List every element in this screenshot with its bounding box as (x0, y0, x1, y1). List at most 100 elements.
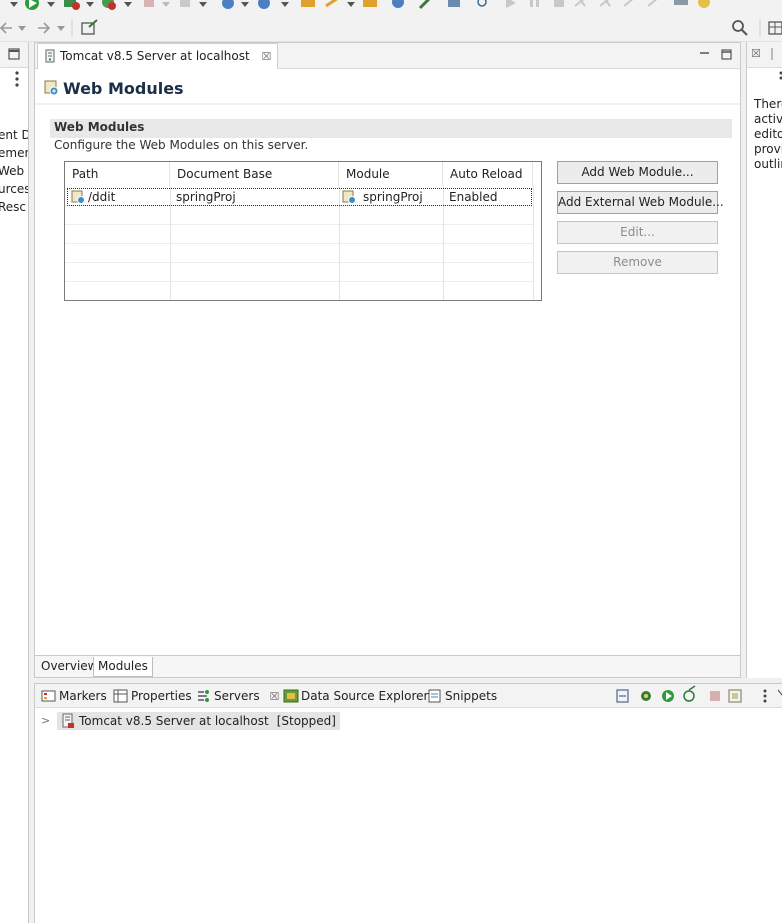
close-icon[interactable]: ☒ (262, 44, 272, 69)
nav-icons (0, 19, 782, 36)
outline-tabbar: ☒ (747, 42, 782, 68)
editor-tab-label: Tomcat v8.5 Server at localhost (60, 49, 250, 63)
dropdown-arrow-icon (199, 2, 207, 7)
chevron-right-icon[interactable]: > (41, 714, 50, 727)
cell-auto-reload: Enabled (449, 190, 498, 204)
dropdown-arrow-icon (47, 2, 55, 7)
outline-message: There (754, 97, 782, 111)
search-small-icon (477, 0, 487, 7)
servers-toolbar (616, 685, 782, 703)
table-row-empty (65, 225, 533, 244)
column-header-module[interactable]: Module (339, 162, 443, 186)
tab-snippets[interactable]: Snippets (425, 684, 497, 708)
outline-message: active (754, 112, 782, 126)
forward-icon (38, 22, 51, 34)
project-tree-item[interactable]: Resc (0, 200, 26, 214)
server-editor: Tomcat v8.5 Server at localhost ☒ Web Mo… (34, 42, 741, 678)
new-java-icon (258, 0, 270, 9)
project-explorer-view: ent D emen Web S urces Resc (0, 42, 29, 923)
server-status: [Stopped] (276, 714, 336, 728)
outline-message: provi (754, 142, 782, 156)
minimize-icon[interactable] (777, 689, 782, 696)
view-menu-icon[interactable] (747, 69, 782, 89)
editor-tab-tomcat[interactable]: Tomcat v8.5 Server at localhost ☒ (37, 43, 279, 69)
cell-path: /ddit (88, 190, 116, 204)
cell-module: springProj (363, 190, 423, 204)
page-title: Web Modules (63, 79, 184, 98)
project-tree-item[interactable]: urces (0, 182, 28, 196)
server-icon (45, 49, 55, 63)
back-history-dropdown-icon (18, 26, 26, 31)
table-row-empty (65, 206, 533, 225)
forward-history-dropdown-icon (57, 26, 65, 31)
tab-label: Snippets (445, 689, 498, 703)
step-over-icon (623, 0, 634, 7)
dropdown-arrow-icon (347, 2, 355, 7)
section-header[interactable] (50, 119, 732, 138)
debug-tools-icon (698, 0, 710, 8)
tab-label: Markers (59, 689, 107, 703)
maximize-icon[interactable] (0, 42, 29, 68)
tab-properties[interactable]: Properties (111, 684, 192, 708)
column-header-path[interactable]: Path (65, 162, 170, 186)
module-icon (71, 190, 85, 204)
properties-icon (113, 689, 128, 703)
module-icon (342, 190, 356, 204)
edit-button[interactable]: Edit... (557, 221, 718, 244)
snippets-icon (428, 689, 441, 703)
tab-label: Data Source Explorer (301, 689, 429, 703)
tab-data-source-explorer[interactable]: Data Source Explorer (281, 684, 428, 708)
main-toolbar (0, 0, 782, 14)
open-type-icon (301, 0, 315, 7)
tab-markers[interactable]: Markers (39, 684, 107, 708)
web-browser-icon (392, 0, 404, 8)
servers-panel: Markers Properties Servers ☒ Data Source… (34, 683, 782, 923)
stop-icon[interactable] (710, 691, 720, 701)
back-icon (0, 22, 12, 34)
tab-servers[interactable]: Servers ☒ (194, 684, 279, 708)
header-divider (35, 103, 740, 105)
datasource-icon (283, 689, 299, 703)
stop-badge-icon (72, 2, 80, 10)
toolbar-icons (10, 0, 710, 10)
column-header-auto-reload[interactable]: Auto Reload (443, 162, 533, 186)
web-modules-table[interactable]: Path Document Base Module Auto Reload /d… (64, 161, 542, 301)
close-icon[interactable]: ☒ (269, 685, 279, 709)
remove-button[interactable]: Remove (557, 251, 718, 274)
view-menu-icon[interactable] (0, 69, 29, 93)
tab-modules[interactable]: Modules (93, 657, 153, 677)
server-name: Tomcat v8.5 Server at localhost (79, 714, 269, 728)
markers-icon (41, 690, 56, 702)
outline-message: outlin (754, 157, 782, 171)
column-header-document-base[interactable]: Document Base (170, 162, 339, 186)
project-explorer-tabbar (0, 42, 29, 68)
open-task-icon (363, 0, 377, 7)
server-item-selected[interactable]: Tomcat v8.5 Server at localhost [Stopped] (57, 712, 340, 730)
cell-document-base: springProj (176, 190, 236, 204)
tab-label: Properties (131, 689, 192, 703)
project-tree-item[interactable]: emen (0, 146, 28, 160)
stop-debug-icon (554, 0, 564, 7)
terminate-icon (144, 0, 154, 7)
project-tree-item[interactable]: Web S (0, 164, 28, 178)
console-icon (448, 0, 460, 7)
tab-overview[interactable]: Overview (37, 657, 102, 677)
dropdown-arrow-icon (162, 2, 170, 7)
outline-message: editor (754, 127, 782, 141)
table-row-empty (65, 244, 533, 263)
project-tree-item[interactable]: ent D (0, 128, 28, 142)
server-icon (62, 713, 74, 728)
editor-window-controls (700, 49, 732, 60)
add-web-module-button[interactable]: Add Web Module... (557, 161, 718, 184)
add-external-web-module-button[interactable]: Add External Web Module... (557, 191, 724, 214)
section-title: Web Modules (54, 120, 145, 134)
external-tools-icon (180, 0, 190, 7)
dropdown-arrow-icon (241, 2, 249, 7)
close-icon[interactable]: ☒ (751, 47, 761, 60)
outline-view: ☒ There active editor provi outlin (746, 42, 782, 678)
coverage-badge-icon (108, 2, 116, 10)
dropdown-arrow-icon (124, 2, 132, 7)
view-menu-icon[interactable] (763, 689, 767, 693)
profile-icon[interactable] (683, 690, 695, 702)
navigation-toolbar (0, 14, 782, 42)
